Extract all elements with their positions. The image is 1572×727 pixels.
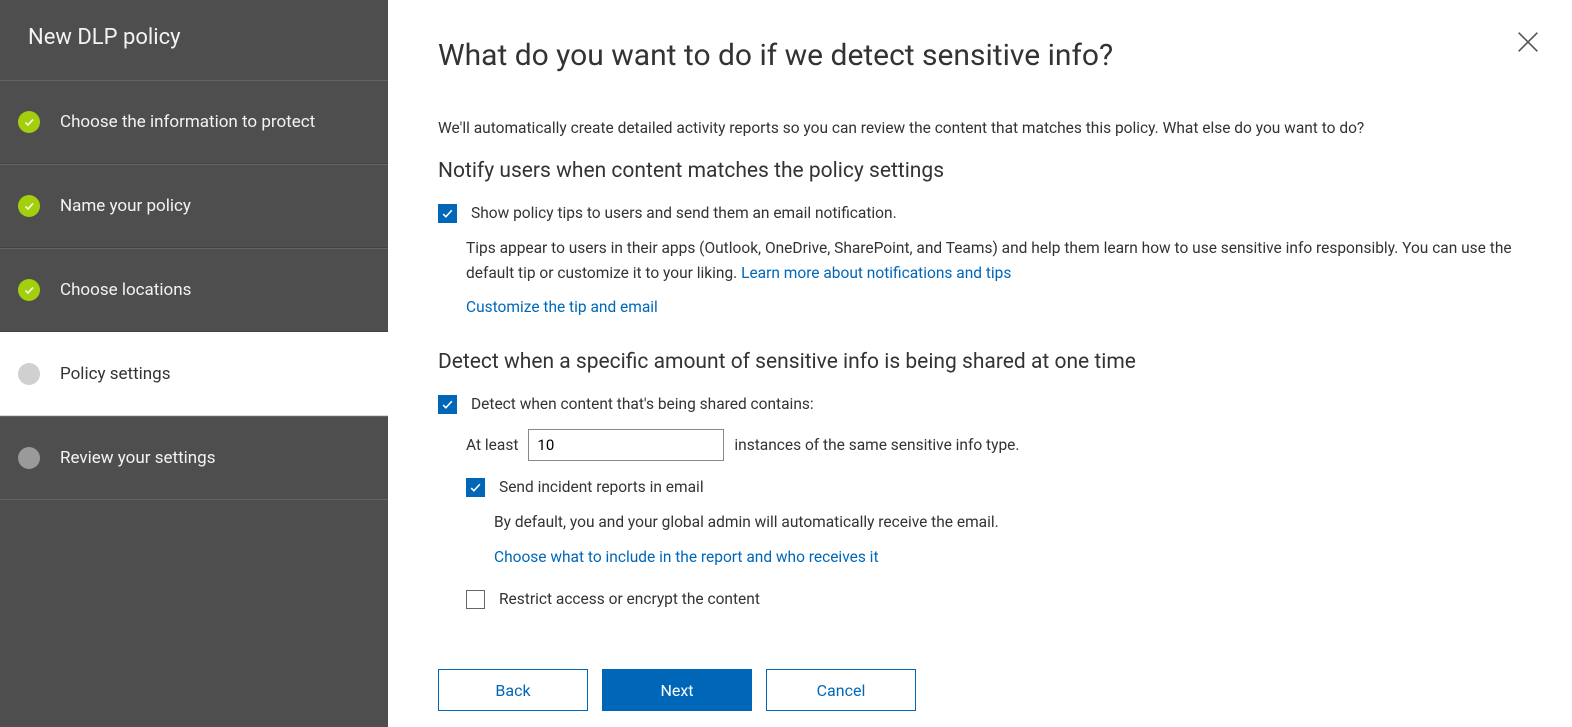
wizard-title: New DLP policy xyxy=(0,0,388,80)
send-incident-reports-checkbox[interactable] xyxy=(466,478,485,497)
learn-more-notifications-link[interactable]: Learn more about notifications and tips xyxy=(741,264,1011,282)
close-icon[interactable] xyxy=(1514,28,1542,56)
wizard-step-0[interactable]: Choose the information to protect xyxy=(0,80,388,164)
check-icon xyxy=(18,111,40,133)
section-detect-heading: Detect when a specific amount of sensiti… xyxy=(438,350,1522,374)
detect-content-checkbox[interactable] xyxy=(438,395,457,414)
main-panel: What do you want to do if we detect sens… xyxy=(388,0,1572,727)
section-notify-heading: Notify users when content matches the po… xyxy=(438,159,1522,183)
check-icon xyxy=(18,279,40,301)
page-title: What do you want to do if we detect sens… xyxy=(438,38,1522,73)
send-incident-reports-label: Send incident reports in email xyxy=(499,475,704,500)
wizard-rail: New DLP policy Choose the information to… xyxy=(0,0,388,727)
cancel-button[interactable]: Cancel xyxy=(766,669,916,711)
circle-icon xyxy=(18,447,40,469)
wizard-step-1[interactable]: Name your policy xyxy=(0,164,388,248)
wizard-step-label: Policy settings xyxy=(60,364,171,384)
wizard-step-4[interactable]: Review your settings xyxy=(0,416,388,500)
button-bar: Back Next Cancel xyxy=(438,669,916,711)
at-least-label: At least xyxy=(466,436,518,454)
show-policy-tips-checkbox[interactable] xyxy=(438,204,457,223)
instances-suffix-label: instances of the same sensitive info typ… xyxy=(734,436,1019,454)
instance-count-input[interactable] xyxy=(528,429,724,461)
customize-tip-email-link[interactable]: Customize the tip and email xyxy=(466,295,658,320)
wizard-step-label: Choose the information to protect xyxy=(60,112,315,132)
wizard-step-2[interactable]: Choose locations xyxy=(0,248,388,332)
detect-content-label: Detect when content that's being shared … xyxy=(471,392,814,417)
instance-count-row: At least instances of the same sensitive… xyxy=(466,429,1522,461)
next-button[interactable]: Next xyxy=(602,669,752,711)
wizard-step-label: Name your policy xyxy=(60,196,191,216)
check-icon xyxy=(18,195,40,217)
tips-description: Tips appear to users in their apps (Outl… xyxy=(466,236,1522,286)
report-config-link[interactable]: Choose what to include in the report and… xyxy=(494,545,879,570)
wizard-step-label: Choose locations xyxy=(60,280,191,300)
back-button[interactable]: Back xyxy=(438,669,588,711)
restrict-access-label: Restrict access or encrypt the content xyxy=(499,587,760,612)
send-reports-description: By default, you and your global admin wi… xyxy=(494,510,1522,535)
wizard-step-3[interactable]: Policy settings xyxy=(0,332,388,416)
page-lede: We'll automatically create detailed acti… xyxy=(438,119,1522,137)
show-policy-tips-label: Show policy tips to users and send them … xyxy=(471,201,897,226)
wizard-step-label: Review your settings xyxy=(60,448,215,468)
restrict-access-checkbox[interactable] xyxy=(466,590,485,609)
circle-icon xyxy=(18,363,40,385)
